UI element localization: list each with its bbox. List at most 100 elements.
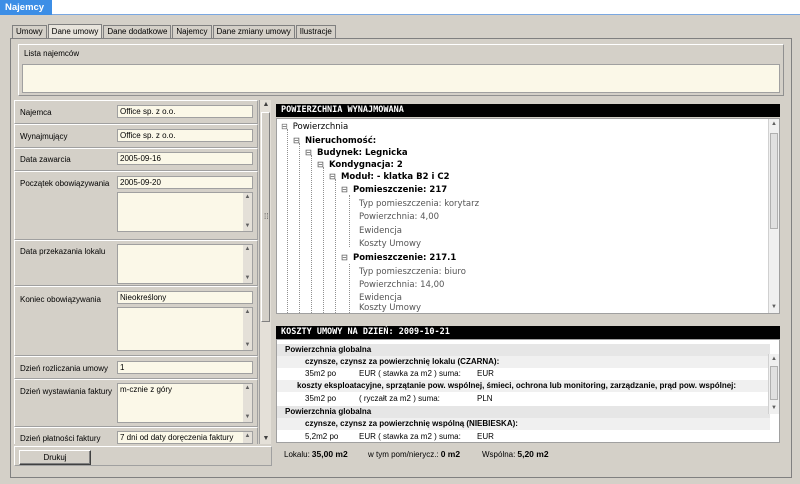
koszty-area: 35m2 po (305, 369, 337, 378)
najemca-field[interactable]: Office sp. z o.o. (117, 105, 253, 118)
tree-node-label: Budynek: Legnicka (316, 148, 408, 158)
data-przekazania-scrollbar[interactable]: ▲ ▼ (243, 245, 252, 283)
field-row-data-przekazania: Data przekazania lokalu ▲ ▼ (14, 240, 258, 286)
wynajmujacy-field[interactable]: Office sp. z o.o. (117, 129, 253, 142)
tree-leaf-typ[interactable]: Typ pomieszczenia: biuro (359, 267, 466, 277)
arrow-up-icon[interactable]: ▲ (770, 120, 778, 129)
tab-dane-dodatkowe[interactable]: Dane dodatkowe (103, 25, 172, 39)
data-przekazania-field[interactable]: ▲ ▼ (117, 244, 253, 284)
koszty-list[interactable]: Powierzchnia globalna czynsze, czynsz za… (276, 339, 780, 443)
dzien-rozliczania-label: Dzień rozliczania umowy (20, 364, 109, 373)
dzien-platnosci-scrollbar[interactable]: ▲ (243, 432, 252, 443)
tree-collapse-icon[interactable]: ⊟ (293, 136, 302, 145)
koszty-scrollbar[interactable]: ▲ ▼ (768, 354, 779, 414)
tree-node-budynek[interactable]: ⊟ Budynek: Legnicka (305, 148, 408, 158)
koszty-rate: EUR ( stawka za m2 ) suma: (359, 432, 461, 441)
arrow-down-icon[interactable]: ▼ (244, 275, 251, 282)
koszty-currency: EUR (477, 369, 494, 378)
tree-node-label: Nieruchomość: (304, 136, 377, 146)
tree-scrollbar-thumb[interactable] (770, 133, 778, 229)
dzien-wystawiania-scrollbar[interactable]: ▲ ▼ (243, 384, 252, 422)
data-zawarcia-field[interactable]: 2005-09-16 (117, 152, 253, 165)
tab-ilustracje[interactable]: Ilustracje (295, 25, 336, 39)
contract-form: Najemca Office sp. z o.o. Wynajmujący Of… (14, 100, 258, 444)
arrow-up-icon[interactable]: ▲ (244, 385, 251, 392)
tab-umowy[interactable]: Umowy (12, 25, 47, 39)
poczatek-notes-scrollbar[interactable]: ▲ ▼ (243, 193, 252, 231)
lokalu-summary: Lokalu: 35,00 m2 (284, 445, 348, 464)
tree-collapse-icon[interactable]: ⊟ (281, 122, 290, 131)
wspolna-label: Wspólna: (482, 450, 516, 459)
arrow-up-icon[interactable]: ▲ (770, 355, 778, 364)
tree-leaf-ewidencja[interactable]: Ewidencja (359, 226, 402, 236)
field-row-najemca: Najemca Office sp. z o.o. (14, 100, 258, 124)
tree-leaf-koszty[interactable]: Koszty Umowy (359, 239, 421, 249)
arrow-down-icon[interactable]: ▼ (244, 342, 251, 349)
field-row-dzien-platnosci: Dzień płatności faktury 7 dni od daty do… (14, 427, 258, 444)
koszty-scrollbar-thumb[interactable] (770, 366, 778, 400)
tree-node-kondygnacja[interactable]: ⊟ Kondygnacja: 2 (317, 160, 403, 170)
koszty-category-row: koszty eksploatacyjne, sprzątanie pow. w… (277, 380, 770, 392)
tenants-list-label: Lista najemców (24, 49, 80, 58)
tree-leaf-koszty[interactable]: Koszty Umowy (359, 303, 421, 313)
tree-node-nieruchomosc[interactable]: ⊟ Nieruchomość: (293, 136, 376, 146)
tree-node-pomieszczenie-2171[interactable]: ⊟ Pomieszczenie: 217.1 (341, 253, 456, 263)
arrow-down-icon[interactable]: ▼ (770, 303, 778, 312)
koniec-field[interactable]: Nieokreślony (117, 291, 253, 304)
arrow-up-icon[interactable]: ▲ (244, 433, 251, 440)
arrow-up-icon[interactable]: ▲ (244, 309, 251, 316)
tree-leaf-powierzchnia[interactable]: Powierzchnia: 14,00 (359, 280, 444, 290)
arrow-down-icon[interactable]: ▼ (261, 434, 271, 444)
najemca-label: Najemca (20, 108, 52, 117)
tree-leaf-powierzchnia[interactable]: Powierzchnia: 4,00 (359, 212, 439, 222)
arrow-down-icon[interactable]: ▼ (244, 223, 251, 230)
dzien-platnosci-value: 7 dni od daty doręczenia faktury (120, 433, 234, 442)
pom-value: 0 m2 (440, 449, 461, 459)
koszty-category-row: czynsze, czynsz za powierzchnię lokalu (… (277, 356, 770, 368)
field-row-koniec: Koniec obowiązywania Nieokreślony ▲ ▼ (14, 286, 258, 356)
pom-summary: w tym pom/nierycz.: 0 m2 (368, 445, 460, 464)
tree-collapse-icon[interactable]: ⊟ (341, 253, 350, 262)
data-przekazania-label: Data przekazania lokalu (20, 247, 106, 256)
tab-dane-zmiany-umowy[interactable]: Dane zmiany umowy (212, 25, 295, 39)
arrow-up-icon[interactable]: ▲ (261, 100, 271, 110)
poczatek-field[interactable]: 2005-09-20 (117, 176, 253, 189)
field-row-dzien-rozliczania: Dzień rozliczania umowy 1 (14, 356, 258, 379)
tab-najemcy[interactable]: Najemcy (172, 25, 212, 39)
poczatek-label: Początek obowiązywania (20, 179, 110, 188)
tab-dane-umowy[interactable]: Dane umowy (47, 24, 103, 39)
tree-leaf-typ[interactable]: Typ pomieszczenia: korytarz (359, 199, 479, 209)
tenants-list-box[interactable] (22, 64, 780, 93)
tree-collapse-icon[interactable]: ⊟ (341, 185, 350, 194)
drukuj-button[interactable]: Drukuj (19, 450, 91, 465)
arrow-down-icon[interactable]: ▼ (770, 404, 778, 413)
tree-leaf-ewidencja[interactable]: Ewidencja (359, 293, 402, 303)
poczatek-notes[interactable]: ▲ ▼ (117, 192, 253, 232)
koszty-category-row: czynsze, czynsz za powierzchnię wspólną … (277, 418, 770, 430)
dzien-rozliczania-field[interactable]: 1 (117, 361, 253, 374)
tree-collapse-icon[interactable]: ⊟ (317, 160, 326, 169)
tree-node-modul[interactable]: ⊟ Moduł: - klatka B2 i C2 (329, 172, 450, 182)
tree-collapse-icon[interactable]: ⊟ (305, 148, 314, 157)
dzien-wystawiania-field[interactable]: m-cznie z góry ▲ ▼ (117, 383, 253, 423)
tree-collapse-icon[interactable]: ⊟ (329, 172, 338, 181)
koniec-notes[interactable]: ▲ ▼ (117, 307, 253, 351)
tree-node-pomieszczenie-217[interactable]: ⊟ Pomieszczenie: 217 (341, 185, 447, 195)
arrow-up-icon[interactable]: ▲ (244, 246, 251, 253)
tree-node-powierzchnia[interactable]: ⊟ Powierzchnia (281, 122, 348, 132)
koniec-notes-scrollbar[interactable]: ▲ ▼ (243, 308, 252, 350)
koszty-group-row: Powierzchnia globalna (277, 406, 770, 418)
area-summary: Lokalu: 35,00 m2 w tym pom/nierycz.: 0 m2 … (276, 445, 780, 465)
form-scrollbar[interactable]: ▲ ▼ (259, 100, 271, 444)
koszty-detail-row: 35m2 po EUR ( stawka za m2 ) suma: EUR (277, 368, 770, 380)
splitter-grip-icon[interactable]: ⁞⁞ (264, 212, 272, 224)
field-row-dzien-wystawiania: Dzień wystawiania faktury m-cznie z góry… (14, 379, 258, 427)
arrow-down-icon[interactable]: ▼ (244, 414, 251, 421)
tree-scrollbar[interactable]: ▲ ▼ (768, 119, 779, 313)
dzien-platnosci-label: Dzień płatności faktury (20, 434, 101, 443)
window-titlebar: Najemcy (0, 0, 800, 15)
dzien-wystawiania-value: m-cznie z góry (120, 385, 173, 394)
powierzchnia-tree[interactable]: ⊟ Powierzchnia ⊟ Nieruchomość: ⊟ Budynek… (276, 118, 780, 314)
dzien-platnosci-field[interactable]: 7 dni od daty doręczenia faktury ▲ (117, 431, 253, 444)
arrow-up-icon[interactable]: ▲ (244, 194, 251, 201)
